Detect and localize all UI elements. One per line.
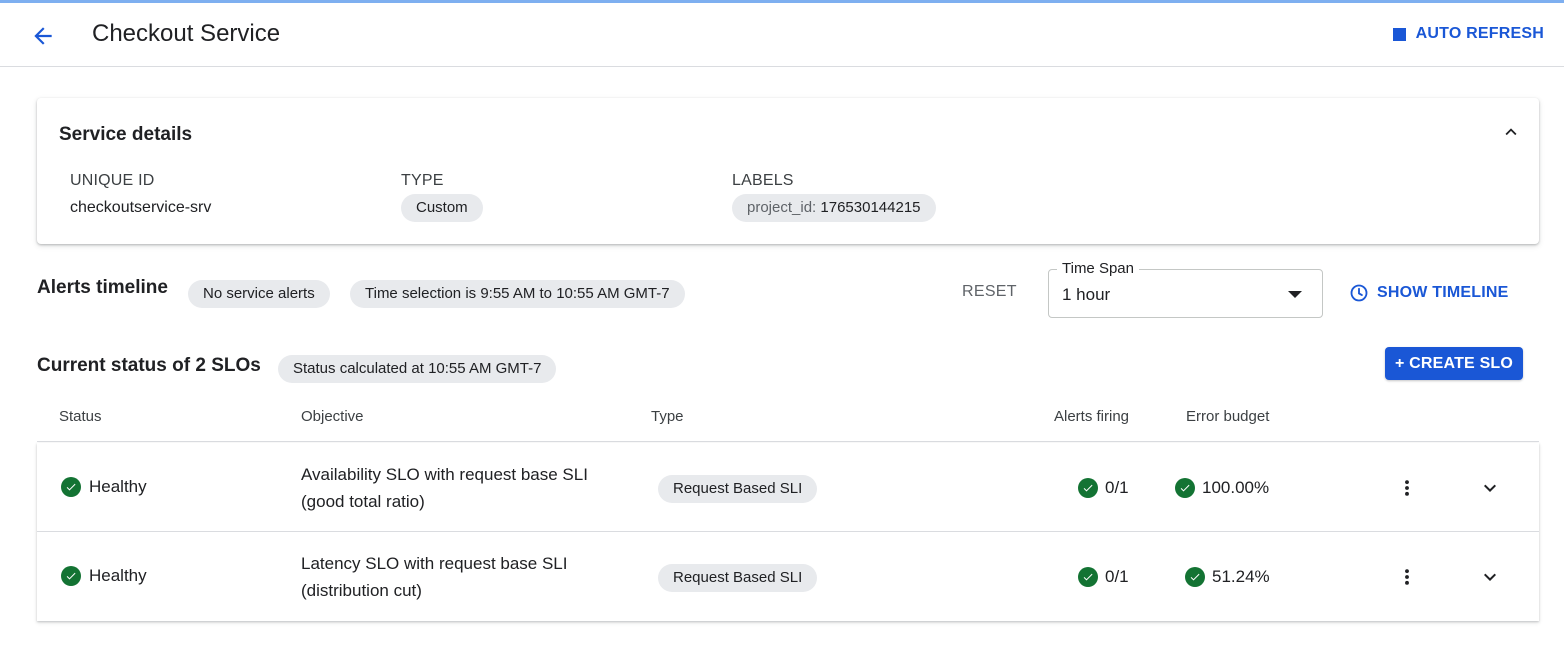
labels-field: LABELS project_id: 176530144215 — [732, 172, 936, 222]
status-calculated-chip: Status calculated at 10:55 AM GMT-7 — [278, 355, 557, 383]
unique-id-field: UNIQUE ID checkoutservice-srv — [70, 172, 211, 217]
check-circle-icon — [1175, 478, 1195, 498]
status-cell: Healthy — [61, 566, 147, 586]
type-field: TYPE Custom — [401, 172, 483, 222]
alerts-firing-value: 0/1 — [1105, 567, 1129, 586]
status-text: Healthy — [89, 566, 147, 585]
no-alerts-chip: No service alerts — [188, 280, 330, 308]
more-options-button[interactable] — [1397, 565, 1417, 589]
service-details-card: Service details UNIQUE ID checkoutservic… — [37, 98, 1539, 244]
more-vert-icon — [1405, 480, 1409, 496]
type-label: TYPE — [401, 172, 444, 189]
alerts-firing-value: 0/1 — [1105, 478, 1129, 497]
stop-icon — [1392, 27, 1406, 41]
chevron-up-icon — [1505, 128, 1517, 136]
labels-label: LABELS — [732, 172, 794, 189]
column-status: Status — [59, 408, 102, 425]
label-value: 176530144215 — [820, 199, 921, 216]
alerts-firing-cell: 0/1 — [1078, 567, 1129, 587]
error-budget-value: 51.24% — [1212, 567, 1270, 586]
objective-cell[interactable]: Latency SLO with request base SLI (distr… — [301, 550, 568, 604]
more-vert-icon — [1405, 569, 1409, 585]
back-button[interactable] — [26, 19, 60, 53]
alerts-timeline-title: Alerts timeline — [37, 277, 168, 298]
objective-cell[interactable]: Availability SLO with request base SLI (… — [301, 461, 588, 515]
collapse-button[interactable] — [1499, 120, 1523, 144]
auto-refresh-label: AUTO REFRESH — [1415, 25, 1544, 42]
check-circle-icon — [61, 566, 81, 586]
page: Checkout Service AUTO REFRESH Service de… — [0, 3, 1564, 648]
check-circle-icon — [1185, 567, 1205, 587]
status-text: Healthy — [89, 477, 147, 496]
check-circle-icon — [1078, 478, 1098, 498]
table-row[interactable]: Healthy Latency SLO with request base SL… — [37, 532, 1539, 621]
expand-row-button[interactable] — [1478, 476, 1502, 500]
column-alerts-firing: Alerts firing — [1054, 408, 1130, 425]
error-budget-cell: 100.00% — [1175, 478, 1269, 498]
reset-button[interactable]: RESET — [962, 283, 1017, 301]
error-budget-value: 100.00% — [1202, 478, 1270, 497]
objective-line2: (good total ratio) — [301, 492, 425, 511]
service-details-title: Service details — [59, 124, 193, 145]
chevron-down-icon — [1484, 573, 1496, 581]
column-objective: Objective — [301, 408, 364, 425]
unique-id-value: checkoutservice-srv — [70, 199, 212, 216]
label-chip: project_id: 176530144215 — [732, 194, 936, 222]
auto-refresh-button[interactable]: AUTO REFRESH — [1392, 25, 1544, 43]
page-title: Checkout Service — [92, 20, 281, 47]
error-budget-cell: 51.24% — [1185, 567, 1270, 587]
column-error-budget: Error budget — [1186, 408, 1270, 425]
slo-table-body: Healthy Availability SLO with request ba… — [37, 443, 1539, 621]
unique-id-label: UNIQUE ID — [70, 172, 155, 189]
objective-line1: Availability SLO with request base SLI — [301, 465, 588, 484]
status-cell: Healthy — [61, 477, 147, 497]
alerts-firing-cell: 0/1 — [1078, 478, 1129, 498]
time-span-select[interactable]: Time Span 1 hour — [1048, 260, 1323, 318]
check-circle-icon — [61, 477, 81, 497]
label-key: project_id: — [747, 199, 817, 216]
table-row[interactable]: Healthy Availability SLO with request ba… — [37, 443, 1539, 532]
slo-section-title: Current status of 2 SLOs — [37, 355, 261, 376]
arrow-back-icon — [34, 27, 52, 45]
type-chip: Request Based SLI — [658, 475, 818, 503]
slo-table-header: Status Objective Type Alerts firing Erro… — [37, 400, 1539, 442]
objective-line2: (distribution cut) — [301, 581, 422, 600]
page-header: Checkout Service AUTO REFRESH — [0, 3, 1564, 67]
column-type: Type — [651, 408, 684, 425]
clock-icon — [1350, 284, 1368, 302]
create-slo-button[interactable]: + CREATE SLO — [1385, 347, 1523, 380]
time-span-value: 1 hour — [1062, 285, 1111, 304]
more-options-button[interactable] — [1397, 476, 1417, 500]
show-timeline-label: SHOW TIMELINE — [1377, 284, 1509, 301]
type-chip: Request Based SLI — [658, 564, 818, 592]
time-span-label: Time Span — [1057, 260, 1139, 277]
objective-line1: Latency SLO with request base SLI — [301, 554, 568, 573]
chevron-down-icon — [1484, 484, 1496, 492]
show-timeline-button[interactable]: SHOW TIMELINE — [1349, 283, 1508, 303]
type-chip: Custom — [401, 194, 483, 222]
dropdown-arrow-icon — [1288, 291, 1302, 298]
check-circle-icon — [1078, 567, 1098, 587]
expand-row-button[interactable] — [1478, 565, 1502, 589]
time-selection-chip: Time selection is 9:55 AM to 10:55 AM GM… — [350, 280, 685, 308]
